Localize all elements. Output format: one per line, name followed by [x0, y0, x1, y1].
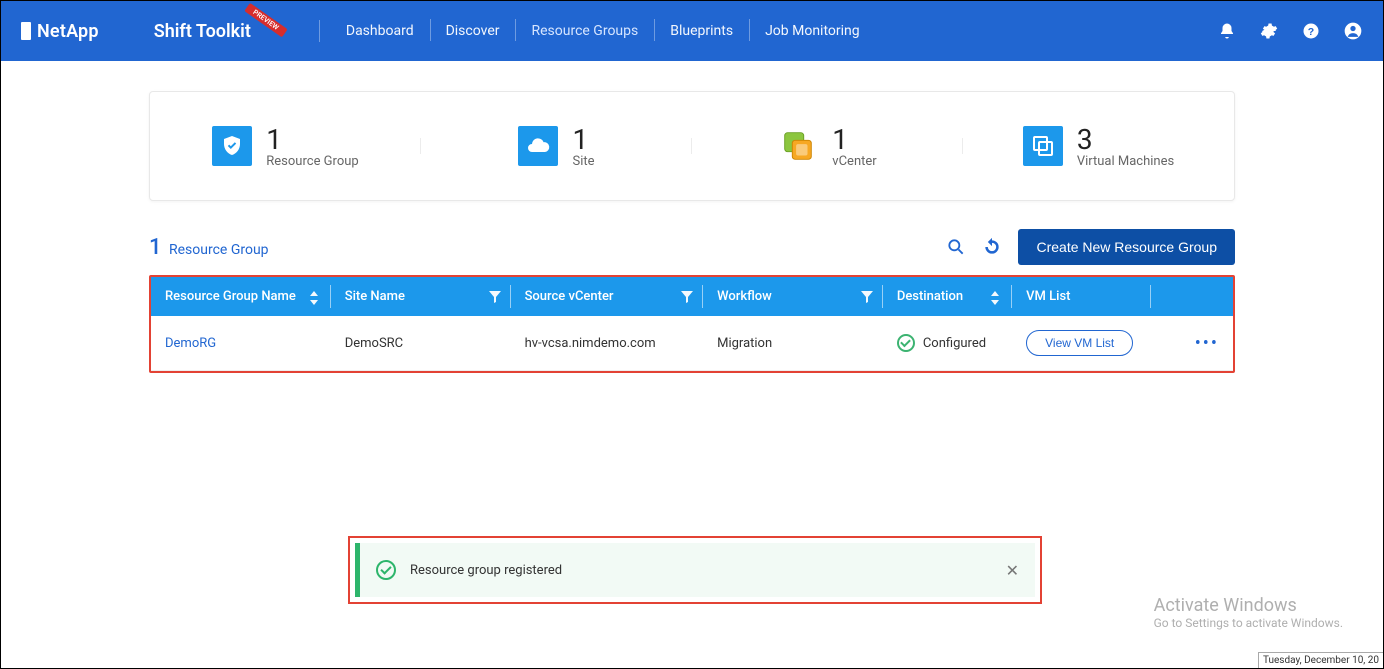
- cell-workflow: Migration: [703, 316, 883, 371]
- vm-icon: [1023, 126, 1063, 166]
- refresh-icon[interactable]: [982, 237, 1002, 257]
- nav-resource-groups[interactable]: Resource Groups: [515, 23, 654, 39]
- stat-resource-group: 1 Resource Group: [150, 123, 421, 169]
- summary-card: 1 Resource Group 1 Site 1: [149, 91, 1235, 201]
- sort-icon: [309, 291, 321, 303]
- sort-icon: [990, 291, 1002, 303]
- destination-text: Configured: [923, 336, 986, 351]
- create-resource-group-button[interactable]: Create New Resource Group: [1018, 229, 1235, 265]
- col-workflow[interactable]: Workflow: [703, 277, 883, 316]
- product-name: Shift Toolkit: [154, 21, 251, 42]
- col-actions: [1151, 277, 1233, 316]
- view-vm-list-button[interactable]: View VM List: [1026, 330, 1133, 356]
- stat-site-count: 1: [572, 123, 594, 156]
- stat-resource-group-label: Resource Group: [266, 154, 358, 169]
- stat-site: 1 Site: [421, 123, 692, 169]
- top-left: NetApp Shift Toolkit PREVIEW Dashboard D…: [21, 20, 876, 42]
- svg-text:?: ?: [1308, 26, 1314, 38]
- toast-highlight: Resource group registered ✕: [348, 536, 1042, 604]
- rg-count-number: 1: [149, 235, 162, 260]
- watermark-title: Activate Windows: [1154, 595, 1343, 616]
- rg-count-label: Resource Group: [169, 242, 269, 258]
- filter-icon: [861, 291, 873, 303]
- toast-message: Resource group registered: [410, 563, 562, 578]
- resource-group-table: Resource Group Name Site Name Source vCe…: [151, 277, 1233, 371]
- col-vm-list[interactable]: VM List: [1012, 277, 1151, 316]
- action-row: 1 Resource Group Create New Resource Gro…: [149, 229, 1235, 265]
- col-resource-group-name[interactable]: Resource Group Name: [151, 277, 331, 316]
- nav-blueprints[interactable]: Blueprints: [654, 23, 749, 39]
- destination-status: Configured: [897, 334, 998, 352]
- gear-icon[interactable]: [1259, 21, 1279, 41]
- brand-name: NetApp: [37, 21, 99, 42]
- vcenter-icon: [778, 126, 818, 166]
- stat-vms-count: 3: [1077, 123, 1174, 156]
- preview-badge: PREVIEW: [245, 2, 288, 36]
- windows-activation-watermark: Activate Windows Go to Settings to activ…: [1154, 595, 1343, 630]
- row-actions-menu[interactable]: •••: [1165, 333, 1219, 354]
- stat-vms-label: Virtual Machines: [1077, 154, 1174, 169]
- resource-group-count: 1 Resource Group: [149, 235, 269, 260]
- table-row: DemoRG DemoSRC hv-vcsa.nimdemo.com Migra…: [151, 316, 1233, 371]
- stat-site-label: Site: [572, 154, 594, 169]
- col-site-name[interactable]: Site Name: [331, 277, 511, 316]
- resource-group-table-wrap: Resource Group Name Site Name Source vCe…: [149, 275, 1235, 373]
- watermark-sub: Go to Settings to activate Windows.: [1154, 616, 1343, 630]
- cell-site: DemoSRC: [331, 316, 511, 371]
- content-area: 1 Resource Group 1 Site 1: [1, 61, 1383, 373]
- cloud-icon: [518, 126, 558, 166]
- top-right: ?: [1217, 21, 1363, 41]
- cell-vcenter: hv-vcsa.nimdemo.com: [511, 316, 704, 371]
- success-icon: [376, 560, 396, 580]
- nav-discover[interactable]: Discover: [430, 23, 516, 39]
- stat-vms: 3 Virtual Machines: [963, 123, 1234, 169]
- stat-vcenter-count: 1: [832, 123, 876, 156]
- brand-logo: NetApp: [21, 21, 99, 42]
- nav-separator: [319, 20, 320, 42]
- stat-vcenter: 1 vCenter: [692, 123, 963, 169]
- rg-name-link[interactable]: DemoRG: [165, 336, 216, 351]
- nav-job-monitoring[interactable]: Job Monitoring: [749, 23, 876, 39]
- stat-resource-group-count: 1: [266, 123, 358, 156]
- main-nav: Dashboard Discover Resource Groups Bluep…: [319, 20, 876, 42]
- top-bar: NetApp Shift Toolkit PREVIEW Dashboard D…: [1, 1, 1383, 61]
- check-circle-icon: [897, 334, 915, 352]
- action-right: Create New Resource Group: [946, 229, 1235, 265]
- stat-vcenter-label: vCenter: [832, 154, 876, 169]
- product-name-wrap: Shift Toolkit PREVIEW: [154, 21, 269, 42]
- search-icon[interactable]: [946, 237, 966, 257]
- help-icon[interactable]: ?: [1301, 21, 1321, 41]
- close-icon[interactable]: ✕: [1006, 561, 1019, 580]
- col-source-vcenter[interactable]: Source vCenter: [511, 277, 704, 316]
- filter-icon: [489, 291, 501, 303]
- filter-icon: [681, 291, 693, 303]
- nav-dashboard[interactable]: Dashboard: [330, 23, 430, 39]
- taskbar-date-tooltip: Tuesday, December 10, 20: [1258, 652, 1383, 668]
- shield-icon: [212, 126, 252, 166]
- netapp-mark-icon: [21, 22, 31, 40]
- toast: Resource group registered ✕: [355, 543, 1035, 597]
- col-destination[interactable]: Destination: [883, 277, 1012, 316]
- user-icon[interactable]: [1343, 21, 1363, 41]
- bell-icon[interactable]: [1217, 21, 1237, 41]
